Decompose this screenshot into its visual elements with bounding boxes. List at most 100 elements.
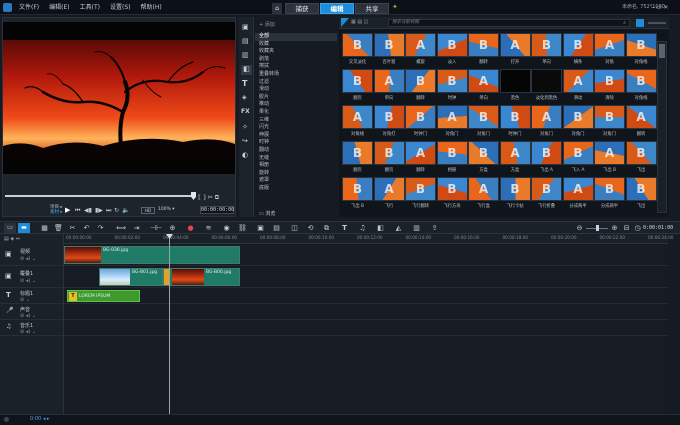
ripple-icon[interactable]: ⇥ xyxy=(132,224,141,233)
transition-thumb[interactable] xyxy=(531,69,562,93)
transition-thumb[interactable]: B xyxy=(342,177,373,201)
transition-thumb[interactable]: A xyxy=(594,141,625,165)
category-item[interactable]: 翻动 xyxy=(255,147,337,155)
category-item[interactable]: 底版 xyxy=(255,185,337,193)
category-item[interactable]: 无缝 xyxy=(255,155,337,163)
mix-icon[interactable]: ≋ xyxy=(204,224,213,233)
transition-thumb[interactable]: B xyxy=(594,69,625,93)
transition-thumb[interactable]: B xyxy=(373,141,405,165)
window-controls[interactable]: – ▭ ✕ xyxy=(651,0,669,15)
transition-thumb[interactable]: B xyxy=(436,141,468,165)
transition-thumb[interactable]: A xyxy=(373,69,405,93)
transition-thumb[interactable]: B xyxy=(594,105,625,129)
next-frame-button[interactable]: ▮▶ xyxy=(95,207,103,214)
transition-thumb[interactable]: B xyxy=(436,69,468,93)
play-button[interactable]: ▶ xyxy=(65,206,70,214)
menu-item-1[interactable]: 编辑(E) xyxy=(44,0,74,15)
track-controls[interactable]: ⊘ ◂) ⌄ xyxy=(20,278,36,284)
transition-thumb[interactable] xyxy=(499,69,531,93)
transition-thumb[interactable]: A xyxy=(468,177,499,201)
multicam-icon[interactable]: ▣ xyxy=(256,224,265,233)
track-manager-icon[interactable]: ▦ xyxy=(40,224,49,233)
transition-icon[interactable]: ◧ xyxy=(241,65,252,75)
timeline-view-button[interactable]: ▬ xyxy=(18,223,30,233)
transition-thumb[interactable]: B xyxy=(405,177,436,201)
motion-icon[interactable]: ↪ xyxy=(242,137,248,145)
transition-thumb[interactable]: B xyxy=(468,33,499,57)
title-icon[interactable]: T xyxy=(242,79,247,88)
timeline-timecode[interactable]: 0:00:01:00 xyxy=(643,224,677,232)
category-item[interactable]: 时钟 xyxy=(255,139,337,147)
transition-thumb[interactable]: B xyxy=(625,177,657,201)
home-button[interactable]: ⏮ xyxy=(75,207,80,215)
stabilize-icon[interactable]: ◭ xyxy=(394,224,403,233)
track-header-tools[interactable]: ▤ ◈ ⇔ xyxy=(4,236,20,242)
category-item[interactable]: 相册 xyxy=(255,162,337,170)
search-input[interactable]: 搜索当前视图 ⌕ xyxy=(388,19,630,27)
add-category-button[interactable]: + 添加 xyxy=(259,21,275,28)
end-button[interactable]: ⏭ xyxy=(106,207,111,215)
repeat-button[interactable]: ↻ xyxy=(114,207,119,214)
transition-thumb[interactable]: B xyxy=(625,33,657,57)
motion-track-icon[interactable]: ⊕ xyxy=(168,224,177,233)
transition-thumb[interactable]: B xyxy=(405,105,436,129)
transition-thumb[interactable]: B xyxy=(499,177,531,201)
transition-thumb[interactable]: A xyxy=(594,33,625,57)
audio-duck-icon[interactable]: ♫ xyxy=(358,224,367,233)
delete-icon[interactable]: 🗑 xyxy=(54,224,63,233)
thumb-size-slider[interactable] xyxy=(648,22,666,24)
gallery-nav-icons[interactable]: ▦ ▤ ◫ xyxy=(351,19,368,25)
transition-thumb[interactable]: A xyxy=(531,105,562,129)
transition-thumb[interactable]: B xyxy=(562,141,594,165)
transition-thumb[interactable]: B xyxy=(436,177,468,201)
fx-icon[interactable]: FX xyxy=(241,108,250,115)
preview-timecode[interactable]: 00:00:00:00 xyxy=(200,206,234,214)
transition-thumb[interactable]: A xyxy=(499,33,531,57)
timeline-ruler[interactable]: 00:00:00:00 00:00:02:00 00:00:04:00 00:00:0… xyxy=(64,234,674,244)
view-toggle-icon[interactable] xyxy=(636,19,644,27)
transition-thumb[interactable]: B xyxy=(468,105,499,129)
transition-thumb[interactable]: A xyxy=(468,69,499,93)
transition-thumb[interactable]: B xyxy=(531,33,562,57)
home-icon[interactable]: ⌂ xyxy=(272,3,282,14)
category-item[interactable]: 果化 xyxy=(255,109,337,117)
mask-icon[interactable]: ◫ xyxy=(290,224,299,233)
path-icon[interactable]: ✧ xyxy=(242,123,248,131)
undo-icon[interactable]: ↶ xyxy=(82,224,91,233)
transition-thumb[interactable]: A xyxy=(562,177,594,201)
gallery-scrollbar[interactable] xyxy=(657,41,667,213)
split-screen-icon[interactable]: ▥ xyxy=(412,224,421,233)
record-icon[interactable]: ● xyxy=(186,224,195,233)
track-controls[interactable]: ⊘ ◂) ⌄ xyxy=(20,313,36,319)
zoom-out-icon[interactable]: ⊖ xyxy=(575,224,584,233)
track-controls[interactable]: ⊘ ◂) ⌄ xyxy=(20,329,36,335)
crop-icon[interactable]: ⧉ xyxy=(322,224,331,233)
category-item[interactable]: 遮罩 xyxy=(255,177,337,185)
track-controls[interactable]: ⊘ ⌄ xyxy=(20,297,30,303)
subtitle-icon[interactable]: ▤ xyxy=(272,224,281,233)
aspect-button[interactable]: HD xyxy=(141,207,155,214)
timeline-tracks[interactable]: BG-036.jpg BG-B01.jpg BG-B00.jpg T LOREM… xyxy=(64,234,668,414)
track-controls[interactable]: ⊘ ◂) ⌄ xyxy=(20,256,36,262)
category-item[interactable]: 滑动 xyxy=(255,86,337,94)
category-item[interactable]: 全部 xyxy=(255,33,337,41)
zoom-in-icon[interactable]: ⊕ xyxy=(610,224,619,233)
transition-thumb[interactable]: A xyxy=(625,105,657,129)
menu-item-3[interactable]: 设置(S) xyxy=(105,0,136,15)
browse-button[interactable]: ▭ 浏览 xyxy=(259,210,275,217)
transition-thumb[interactable]: A xyxy=(405,33,436,57)
transition-thumb[interactable]: B xyxy=(342,69,373,93)
menu-item-0[interactable]: 文件(F) xyxy=(14,0,44,15)
transition-thumb[interactable]: B xyxy=(625,69,657,93)
tracking-icon[interactable]: ◐ xyxy=(242,151,248,159)
transition-thumb[interactable]: B xyxy=(342,141,373,165)
transition-thumb[interactable]: A xyxy=(342,105,373,129)
transition-thumb[interactable]: B xyxy=(625,141,657,165)
video-clip[interactable]: BG-036.jpg xyxy=(64,246,240,264)
speed-icon[interactable]: ⟲ xyxy=(306,224,315,233)
transition-thumb[interactable]: A xyxy=(499,141,531,165)
snap-icon[interactable]: ⊣⊢ xyxy=(150,224,162,233)
category-item[interactable]: 擦拭 xyxy=(255,63,337,71)
transition-tool-icon[interactable]: ◧ xyxy=(376,224,385,233)
fit-project-icon[interactable]: ⊟ xyxy=(622,224,631,233)
